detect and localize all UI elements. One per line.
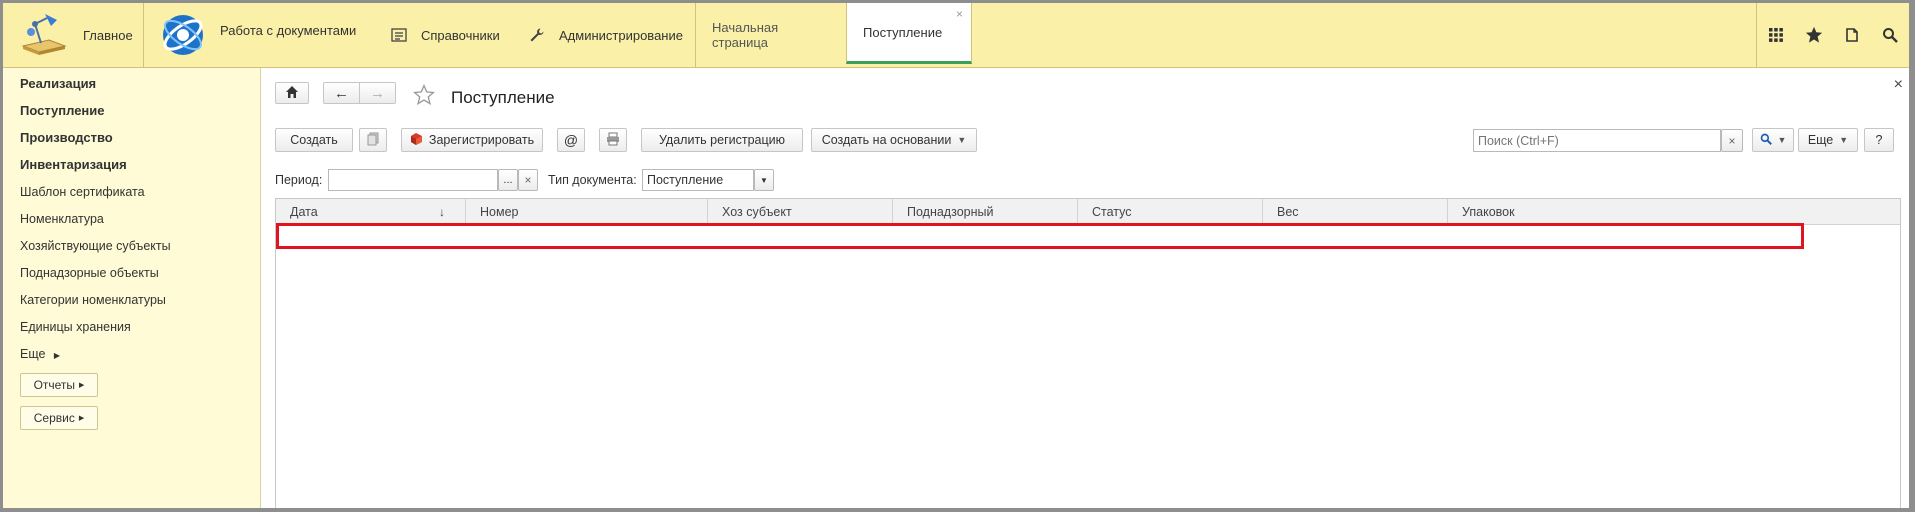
documents-logo-icon (160, 12, 206, 58)
section-references-label: Справочники (421, 27, 500, 43)
form-close-icon[interactable]: × (1894, 76, 1903, 94)
column-header-weight[interactable]: Вес (1263, 199, 1448, 224)
search-icon[interactable] (1871, 3, 1909, 67)
register-box-icon (410, 132, 423, 148)
top-section-bar: Главное Работа с документами Справочники… (3, 3, 1909, 68)
desk-lamp-icon (19, 12, 69, 58)
email-button[interactable]: @ (557, 128, 585, 152)
home-button[interactable] (275, 82, 309, 104)
forward-button[interactable]: → (359, 82, 396, 104)
caret-right-icon: ▶ (78, 415, 85, 422)
register-button[interactable]: Зарегистрировать (401, 128, 543, 152)
history-icon[interactable] (1833, 3, 1871, 67)
chevron-down-icon: ▼ (957, 135, 967, 145)
period-label: Период: (275, 173, 323, 187)
sidebar-item-supervised-objects[interactable]: Поднадзорные объекты (20, 266, 159, 280)
print-button[interactable] (599, 128, 627, 152)
sidebar-item-storage-units[interactable]: Единицы хранения (20, 320, 131, 334)
sidebar-item-sales[interactable]: Реализация (20, 76, 96, 91)
tab-home-page[interactable]: Начальная страница (695, 3, 846, 67)
period-select-button[interactable]: ... (498, 169, 518, 191)
apps-grid-icon[interactable] (1757, 3, 1795, 67)
favorite-star-icon[interactable] (413, 84, 435, 109)
highlighted-empty-row (276, 223, 1804, 249)
sidebar-item-receipt[interactable]: Поступление (20, 103, 105, 118)
page-title: Поступление (451, 88, 555, 107)
delete-registration-button[interactable]: Удалить регистрацию (641, 128, 803, 152)
copy-button[interactable] (359, 128, 387, 152)
sidebar-more-label: Еще (20, 347, 46, 361)
sidebar-item-nomenclature[interactable]: Номенклатура (20, 212, 104, 226)
service-button[interactable]: Сервис ▶ (20, 406, 98, 430)
copy-icon (366, 132, 380, 149)
column-header-status[interactable]: Статус (1078, 199, 1263, 224)
document-list-form: ← → Поступление × Создать Зарегистрирова… (261, 68, 1909, 508)
section-main-label: Главное (83, 27, 133, 43)
period-input[interactable] (328, 169, 498, 191)
sidebar-item-more[interactable]: Еще ▶ (20, 347, 60, 361)
sidebar-item-certificate-template[interactable]: Шаблон сертификата (20, 185, 145, 199)
sidebar-item-business-entities[interactable]: Хозяйствующие субъекты (20, 239, 171, 253)
section-main[interactable]: Главное (3, 3, 144, 67)
create-based-on-button[interactable]: Создать на основании ▼ (811, 128, 977, 152)
arrow-right-icon: → (370, 84, 385, 102)
sidebar-item-nomenclature-categories[interactable]: Категории номенклатуры (20, 293, 166, 307)
search-magnifier-icon (1760, 133, 1772, 148)
create-based-on-label: Создать на основании (821, 133, 952, 147)
section-references[interactable]: Справочники (391, 3, 500, 67)
chevron-down-icon: ▼ (1777, 135, 1787, 145)
column-date-label: Дата (290, 204, 318, 219)
column-header-business-entity[interactable]: Хоз субъект (708, 199, 893, 224)
chevron-down-icon: ▼ (760, 175, 768, 185)
section-documents[interactable]: Работа с документами (143, 3, 383, 67)
tab-home-page-label: Начальная страница (712, 20, 779, 50)
back-button[interactable]: ← (323, 82, 360, 104)
caret-right-icon: ▶ (53, 351, 61, 360)
list-icon (391, 27, 407, 43)
printer-icon (606, 132, 620, 149)
sidebar-item-inventory[interactable]: Инвентаризация (20, 157, 127, 172)
tab-close-icon[interactable]: × (956, 7, 963, 21)
more-label: Еще (1807, 133, 1834, 147)
column-header-supervised[interactable]: Поднадзорный (893, 199, 1078, 224)
search-input[interactable] (1473, 129, 1721, 152)
column-header-packages[interactable]: Упаковок (1448, 199, 1900, 224)
section-administration-label: Администрирование (559, 27, 683, 43)
search-options-button[interactable]: ▼ (1752, 128, 1794, 152)
arrow-left-icon: ← (334, 84, 349, 102)
reports-button[interactable]: Отчеты ▶ (20, 373, 98, 397)
help-button[interactable]: ? (1864, 128, 1894, 152)
create-button[interactable]: Создать (275, 128, 353, 152)
star-icon[interactable] (1795, 3, 1833, 67)
caret-right-icon: ▶ (79, 382, 85, 389)
sidebar-item-production[interactable]: Производство (20, 130, 113, 145)
reports-label: Отчеты (33, 378, 76, 392)
application-window: Главное Работа с документами Справочники… (3, 3, 1909, 508)
section-administration[interactable]: Администрирование (529, 3, 683, 67)
doctype-dropdown-button[interactable]: ▼ (754, 169, 774, 191)
tab-receipt[interactable]: Поступление × (846, 3, 972, 64)
documents-table[interactable]: Дата ↓ Номер Хоз субъект Поднадзорный Ст… (275, 198, 1901, 508)
section-documents-label: Работа с документами (220, 22, 357, 38)
period-clear-button[interactable]: × (518, 169, 538, 191)
home-icon (285, 85, 299, 102)
column-header-date[interactable]: Дата ↓ (276, 199, 466, 224)
register-label: Зарегистрировать (428, 133, 535, 147)
doctype-field[interactable]: Поступление (642, 169, 754, 191)
column-header-number[interactable]: Номер (466, 199, 708, 224)
sort-down-icon: ↓ (439, 204, 445, 219)
sidebar-navigation: Реализация Поступление Производство Инве… (3, 68, 261, 508)
top-right-tools (1756, 3, 1909, 67)
chevron-down-icon: ▼ (1839, 135, 1849, 145)
open-tabs: Начальная страница Поступление × (695, 3, 972, 67)
doctype-label: Тип документа: (548, 173, 637, 187)
tab-receipt-label: Поступление (863, 24, 943, 40)
wrench-icon (529, 27, 545, 43)
search-clear-button[interactable]: × (1721, 129, 1743, 152)
more-button[interactable]: Еще ▼ (1798, 128, 1858, 152)
service-label: Сервис (33, 411, 75, 425)
table-header: Дата ↓ Номер Хоз субъект Поднадзорный Ст… (276, 199, 1900, 225)
